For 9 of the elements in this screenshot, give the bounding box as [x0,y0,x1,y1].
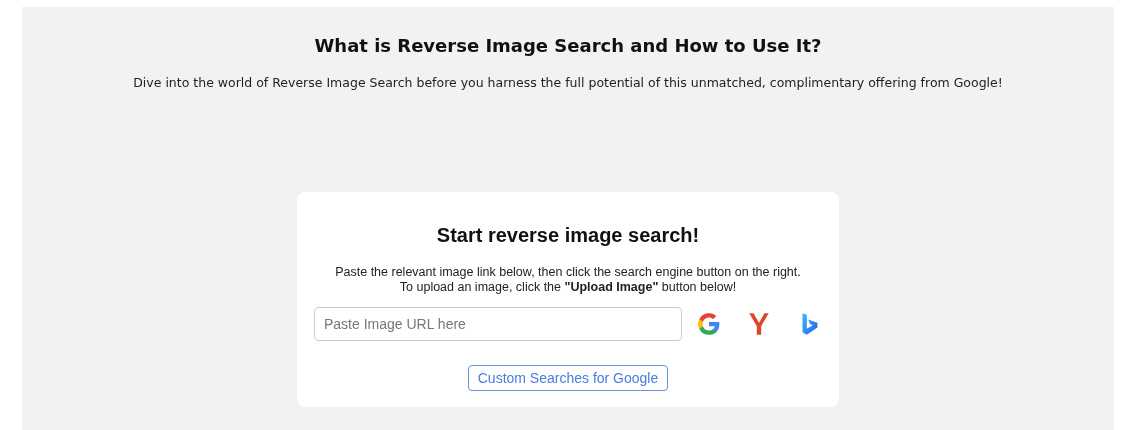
instruction-text: To upload an image, click the "Upload Image" button below! [398,280,738,295]
yandex-logo-icon[interactable] [746,311,772,337]
card-title: Start reverse image search! [436,224,700,247]
google-logo-icon[interactable] [696,311,722,337]
intro-text: Dive into the world of Reverse Image Search before you harness the full potential of this unmatched, complimentary offering from Google! [133,75,1003,90]
section-heading: What is Reverse Image Search and How to Use It? [314,35,822,56]
instruction-text: Paste the relevant image link below, then click the search engine button on the right. [335,265,801,280]
custom-searches-button[interactable]: Custom Searches for Google [467,365,669,391]
image-url-field[interactable]: Paste Image URL here [314,307,682,341]
